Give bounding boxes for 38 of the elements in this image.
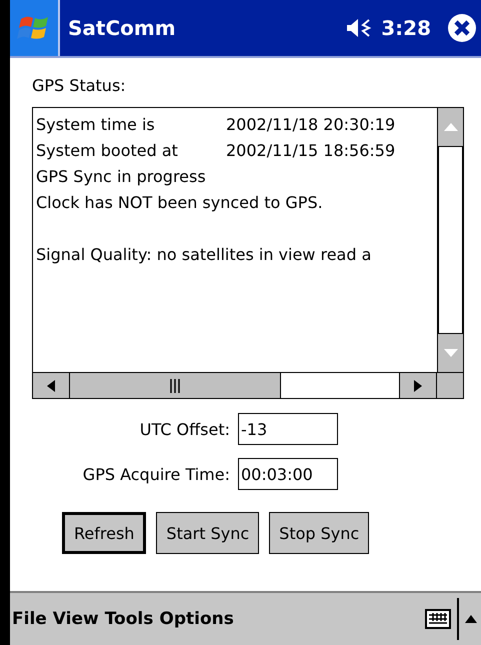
input-field[interactable]: -13 (238, 413, 338, 445)
field-label: UTC Offset: (140, 420, 230, 438)
menu-item[interactable]: File (12, 609, 47, 629)
action-button[interactable]: Refresh (62, 512, 146, 554)
scroll-right-button[interactable] (399, 373, 437, 398)
menu-item[interactable]: Options (159, 609, 234, 629)
status-line-value: 2002/11/15 18:56:59 (226, 140, 396, 162)
app-title: SatComm (68, 16, 177, 40)
horizontal-scrollbar[interactable] (33, 372, 463, 398)
clock-time[interactable]: 3:28 (381, 16, 431, 40)
scrollbar-corner (437, 373, 463, 398)
speaker-icon[interactable] (345, 17, 374, 39)
menu-item[interactable]: View (52, 609, 99, 629)
status-line-label: System time is (36, 114, 156, 136)
down-arrow-icon (444, 349, 458, 357)
status-line-label: System booted at (36, 140, 179, 162)
left-arrow-icon (47, 380, 55, 392)
action-button[interactable]: Start Sync (156, 512, 260, 554)
field-label: GPS Acquire Time: (82, 464, 230, 484)
input-field[interactable]: 00:03:00 (238, 458, 338, 490)
menu-item[interactable]: Tools (104, 609, 154, 629)
grip-icon (170, 378, 180, 392)
up-arrow-icon (444, 123, 458, 131)
status-line-value: 2002/11/18 20:30:19 (226, 114, 396, 136)
scroll-thumb[interactable] (438, 146, 463, 334)
scroll-left-button[interactable] (33, 373, 70, 398)
status-line: GPS Sync in progress (36, 166, 207, 188)
scroll-thumb[interactable] (70, 373, 281, 398)
status-label: GPS Status: (32, 76, 126, 95)
close-icon[interactable] (447, 13, 477, 43)
status-line: Signal Quality: no satellites in view read a (36, 244, 372, 266)
keyboard-icon[interactable] (425, 609, 451, 629)
right-arrow-icon (414, 380, 422, 392)
up-arrow-icon[interactable] (465, 615, 477, 623)
action-button[interactable]: Stop Sync (269, 512, 370, 554)
vertical-scrollbar[interactable] (437, 108, 463, 372)
status-line: Clock has NOT been synced to GPS. (36, 192, 324, 214)
start-button[interactable] (10, 0, 60, 56)
